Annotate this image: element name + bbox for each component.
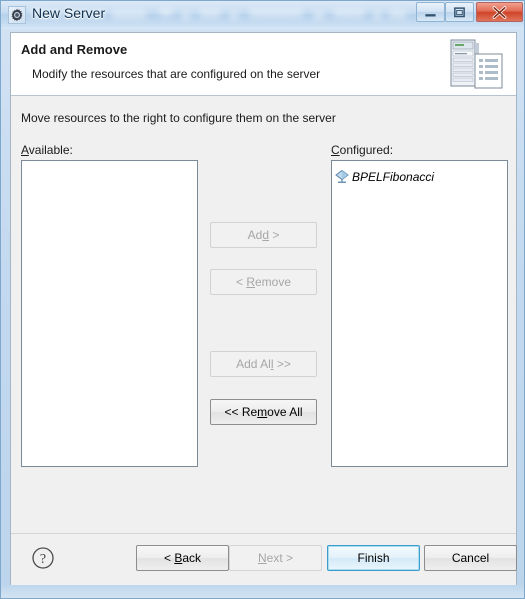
remove-button-prefix: < [235, 275, 247, 289]
dialog-panel: Add and Remove Modify the resources that… [10, 32, 517, 585]
finish-button-label: Finish [357, 551, 390, 565]
gear-icon [11, 8, 23, 22]
page-description: Modify the resources that are configured… [32, 67, 321, 81]
remove-button-mnemonic: R [246, 275, 255, 289]
close-icon [492, 6, 507, 19]
wizard-header: Add and Remove Modify the resources that… [11, 33, 516, 96]
minimize-button[interactable] [416, 2, 445, 22]
available-mnemonic: A [21, 143, 29, 157]
available-label-suffix: vailable: [28, 143, 73, 157]
server-and-document-icon [450, 39, 503, 89]
back-button[interactable]: < Back [136, 545, 229, 571]
maximize-button[interactable] [445, 2, 474, 22]
add-button-prefix: Ad [247, 228, 263, 242]
add-all-button[interactable]: Add All >> [210, 351, 317, 377]
help-icon[interactable]: ? [31, 546, 55, 570]
add-all-button-suffix: >> [273, 357, 291, 371]
window-title: New Server [32, 5, 106, 21]
remove-all-button-mnemonic: m [257, 405, 268, 419]
wizard-body: Move resources to the right to configure… [11, 96, 516, 533]
bpel-process-icon [335, 169, 349, 183]
remove-button[interactable]: < Remove [210, 269, 317, 295]
remove-button-suffix: emove [254, 275, 292, 289]
maximize-icon [454, 7, 465, 18]
remove-all-button-prefix: << Re [224, 405, 258, 419]
next-button[interactable]: Next > [229, 545, 322, 571]
finish-button[interactable]: Finish [327, 545, 420, 571]
page-title: Add and Remove [21, 42, 128, 57]
add-all-button-prefix: Add Al [236, 357, 271, 371]
back-button-prefix: < [163, 551, 175, 565]
add-button[interactable]: Add > [210, 222, 317, 248]
configured-label-suffix: onfigured: [339, 143, 394, 157]
new-server-dialog-window: New Server Add and Remove Modify the res… [0, 0, 525, 599]
close-button[interactable] [476, 2, 523, 22]
configured-list-label: Configured: [331, 143, 393, 157]
available-resources-listbox[interactable] [21, 160, 198, 467]
instruction-text: Move resources to the right to configure… [21, 111, 336, 125]
remove-all-button-suffix: ove All [267, 405, 303, 419]
add-button-suffix: > [269, 228, 280, 242]
next-button-suffix: ext > [266, 551, 294, 565]
cancel-button[interactable]: Cancel [424, 545, 517, 571]
title-bar[interactable]: New Server [1, 1, 524, 29]
list-item[interactable]: BPELFibonacci [332, 167, 507, 187]
configured-mnemonic: C [331, 143, 340, 157]
next-button-mnemonic: N [257, 551, 267, 565]
remove-all-button[interactable]: << Remove All [210, 399, 317, 425]
back-button-suffix: ack [182, 551, 202, 565]
list-item-label: BPELFibonacci [352, 170, 435, 184]
help-question-mark: ? [40, 552, 46, 567]
available-list-label: Available: [21, 143, 73, 157]
window-bottom-frame [1, 584, 524, 598]
add-button-mnemonic: d [262, 228, 270, 242]
window-app-icon[interactable] [8, 6, 26, 24]
dialog-footer: ? < Back Next > Finish Cancel [11, 533, 517, 585]
cancel-button-label: Cancel [451, 551, 490, 565]
minimize-icon [425, 14, 436, 17]
configured-resources-listbox[interactable]: BPELFibonacci [331, 160, 508, 467]
